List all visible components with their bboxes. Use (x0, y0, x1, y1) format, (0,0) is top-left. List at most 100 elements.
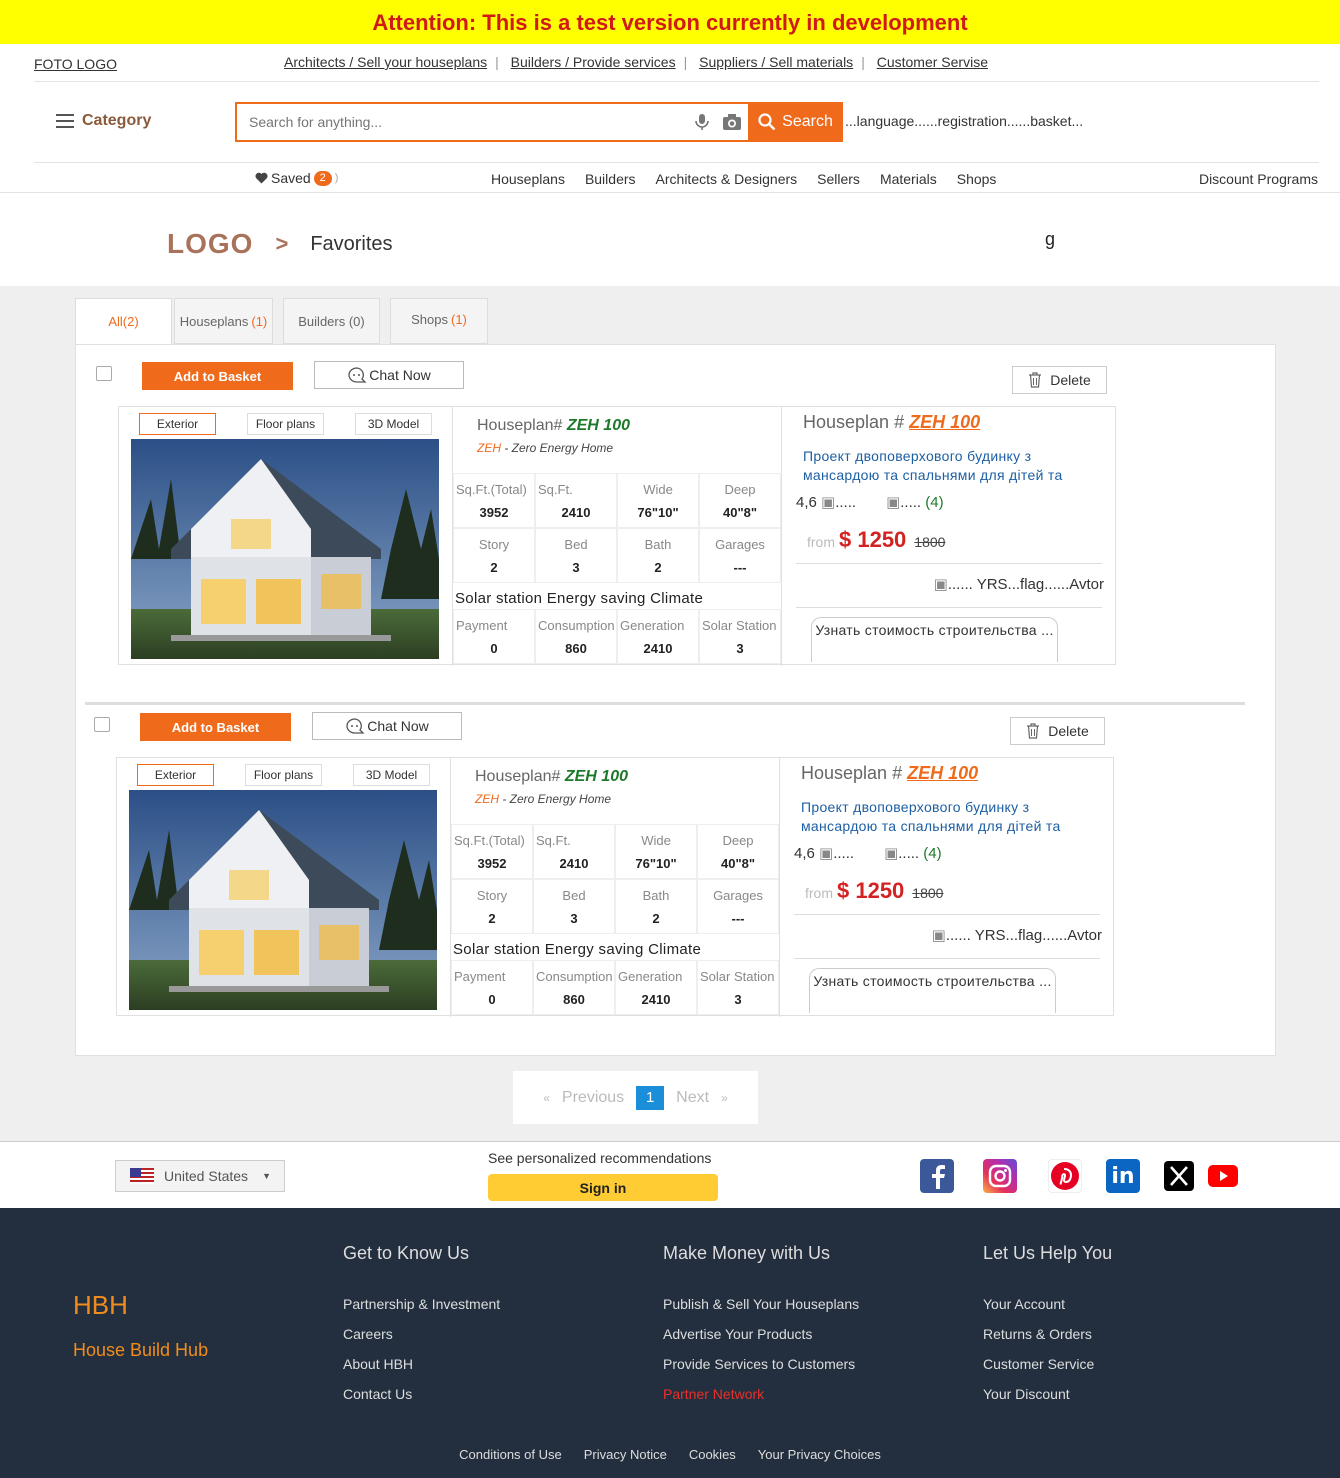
instagram-icon[interactable] (983, 1159, 1017, 1193)
footer-link[interactable]: Advertise Your Products (663, 1326, 859, 1342)
search-button[interactable]: Search (748, 102, 843, 142)
zeh-abbr: ZEH (475, 792, 499, 806)
summary-title[interactable]: Houseplan # ZEH 100 (801, 763, 978, 784)
legal-link[interactable]: Conditions of Use (459, 1447, 562, 1462)
search-input[interactable] (237, 114, 667, 130)
nav-shops[interactable]: Shops (957, 171, 997, 187)
next-arrow: » (721, 1090, 728, 1105)
solar-label: Consumption (536, 969, 613, 984)
youtube-icon[interactable] (1206, 1159, 1240, 1193)
image-tab-3d-model[interactable]: 3D Model (355, 413, 432, 435)
image-tab-floor-plans[interactable]: Floor plans (245, 764, 322, 786)
summary-code: ZEH 100 (909, 412, 981, 432)
description[interactable]: Проект двоповерхового будинку з мансардо… (801, 798, 1101, 836)
country-selector[interactable]: United States ▼ (115, 1160, 285, 1192)
spec-label: Sq.Ft. (538, 482, 573, 497)
footer-link[interactable]: Returns & Orders (983, 1326, 1112, 1342)
add-to-basket-button[interactable]: Add to Basket (140, 713, 291, 741)
footer-link[interactable]: Customer Service (983, 1356, 1112, 1372)
legal-link[interactable]: Cookies (689, 1447, 736, 1462)
nav-architects[interactable]: Architects & Designers (656, 171, 798, 187)
search-button-label: Search (782, 113, 833, 130)
builders-link[interactable]: Builders / Provide services (511, 54, 676, 70)
legal-link[interactable]: Your Privacy Choices (758, 1447, 881, 1462)
reviews-count[interactable]: (4) (923, 845, 941, 862)
house-exterior-image[interactable] (131, 439, 439, 659)
nav-materials[interactable]: Materials (880, 171, 937, 187)
saved-link[interactable]: Saved 2) (255, 170, 338, 186)
tab-builders[interactable]: Builders (0) (283, 298, 380, 344)
seller-info-text: ...... YRS...flag......Avtor (945, 927, 1102, 944)
houseplan-number[interactable]: Houseplan# ZEH 100 (475, 768, 628, 786)
tab-houseplans[interactable]: Houseplans (1) (174, 298, 273, 344)
footer-link[interactable]: Your Account (983, 1296, 1112, 1312)
footer-link[interactable]: Provide Services to Customers (663, 1356, 859, 1372)
customer-service-link[interactable]: Customer Servise (877, 54, 988, 70)
solar-value: 3 (736, 641, 744, 656)
page-1-button[interactable]: 1 (636, 1085, 665, 1110)
sign-in-button[interactable]: Sign in (488, 1174, 718, 1201)
spec-value: 2 (652, 911, 660, 926)
architects-link[interactable]: Architects / Sell your houseplans (284, 54, 487, 70)
estimate-cost-button[interactable]: Узнать стоимость строительства ... (809, 968, 1056, 1013)
foto-logo-link[interactable]: FOTO LOGO (34, 56, 117, 72)
spec-label: Deep (722, 833, 754, 848)
next-page-button[interactable]: Next (676, 1089, 709, 1107)
image-tab-3d-model[interactable]: 3D Model (353, 764, 430, 786)
spec-cell: Garages --- (699, 528, 781, 583)
tab-shops-label: Shops (411, 312, 448, 327)
solar-title: Solar station Energy saving Climate (453, 941, 702, 958)
linkedin-icon[interactable]: in (1106, 1159, 1140, 1193)
delete-button[interactable]: Delete (1012, 366, 1107, 394)
microphone-icon[interactable] (692, 112, 712, 132)
houseplan-summary: Houseplan # ZEH 100 Проект двоповерхового… (781, 758, 1115, 1017)
previous-page-button[interactable]: Previous (562, 1089, 624, 1107)
spec-label: Sq.Ft.(Total) (456, 482, 527, 497)
camera-icon[interactable] (721, 112, 743, 132)
zeh-subtitle: ZEH - Zero Energy Home (475, 792, 611, 806)
nav-houseplans[interactable]: Houseplans (491, 171, 565, 187)
houseplan-number[interactable]: Houseplan# ZEH 100 (477, 417, 630, 435)
reviews-count[interactable]: (4) (925, 494, 943, 511)
houseplan-card: Exterior Floor plans 3D Model Houseplan# ZE… (116, 757, 1115, 1017)
site-logo[interactable]: LOGO (167, 228, 253, 260)
footer-link-partner-network[interactable]: Partner Network (663, 1386, 859, 1402)
footer-link[interactable]: About HBH (343, 1356, 500, 1372)
description[interactable]: Проект двоповерхового будинку з мансардо… (803, 447, 1103, 485)
footer-link[interactable]: Your Discount (983, 1386, 1112, 1402)
old-price: 1800 (912, 885, 944, 901)
delete-button[interactable]: Delete (1010, 717, 1105, 745)
footer-link[interactable]: Publish & Sell Your Houseplans (663, 1296, 859, 1312)
house-exterior-image[interactable] (129, 790, 437, 1010)
pinterest-icon[interactable] (1048, 1159, 1082, 1193)
tab-all[interactable]: All(2) (75, 298, 172, 344)
image-tab-exterior[interactable]: Exterior (137, 764, 214, 786)
nav-discount-programs[interactable]: Discount Programs (1199, 171, 1318, 187)
tab-builders-label: Builders (0) (298, 313, 365, 329)
select-checkbox[interactable] (94, 717, 110, 732)
chat-now-button[interactable]: Chat Now (312, 712, 462, 740)
footer-link[interactable]: Careers (343, 1326, 500, 1342)
add-to-basket-button[interactable]: Add to Basket (142, 362, 293, 390)
language-registration-basket[interactable]: ...language......registration......baske… (845, 113, 1083, 129)
footer-link[interactable]: Partnership & Investment (343, 1296, 500, 1312)
x-twitter-icon[interactable] (1162, 1159, 1196, 1193)
solar-value: 2410 (643, 641, 673, 656)
image-tab-exterior[interactable]: Exterior (139, 413, 216, 435)
chat-now-button[interactable]: Chat Now (314, 361, 464, 389)
solar-cell: Payment 0 (451, 960, 533, 1015)
select-checkbox[interactable] (96, 366, 112, 381)
spec-value: 2 (654, 560, 662, 575)
spec-value: 2 (490, 560, 498, 575)
category-menu[interactable]: Category (56, 112, 151, 130)
image-tab-floor-plans[interactable]: Floor plans (247, 413, 324, 435)
facebook-icon[interactable] (920, 1159, 954, 1193)
legal-link[interactable]: Privacy Notice (584, 1447, 667, 1462)
summary-title[interactable]: Houseplan # ZEH 100 (803, 412, 980, 433)
footer-link[interactable]: Contact Us (343, 1386, 500, 1402)
estimate-cost-button[interactable]: Узнать стоимость строительства ... (811, 617, 1058, 662)
tab-shops[interactable]: Shops (1) (390, 298, 488, 344)
nav-sellers[interactable]: Sellers (817, 171, 860, 187)
nav-builders[interactable]: Builders (585, 171, 636, 187)
suppliers-link[interactable]: Suppliers / Sell materials (699, 54, 853, 70)
